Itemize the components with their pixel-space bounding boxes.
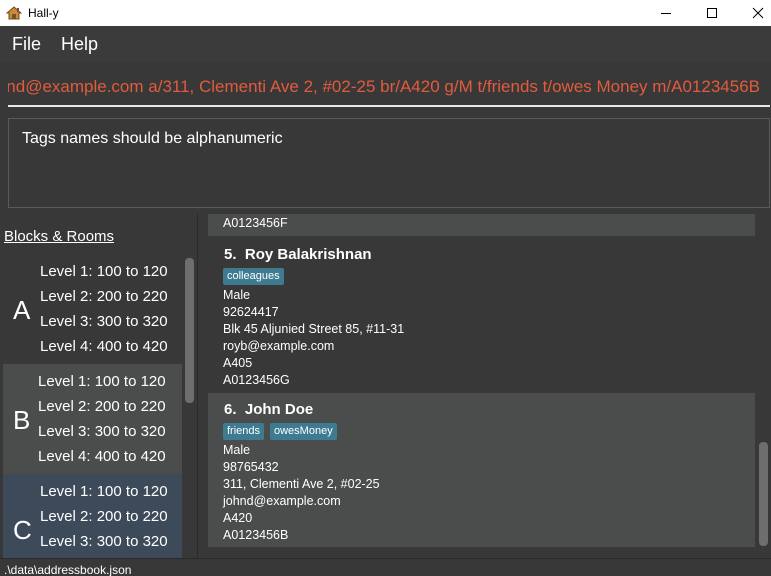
level-row: Level 2: 200 to 220 (40, 508, 168, 525)
maximize-icon (707, 8, 717, 18)
person-list-scrollbar-thumb[interactable] (759, 442, 768, 546)
minimize-button[interactable] (643, 0, 689, 26)
level-row: Level 1: 100 to 120 (40, 263, 168, 280)
maximize-button[interactable] (689, 0, 735, 26)
block-b[interactable]: B Level 1: 100 to 120 Level 2: 200 to 22… (3, 364, 182, 474)
menu-file[interactable]: File (0, 26, 53, 62)
person-address: Blk 45 Aljunied Street 85, #11-31 (223, 322, 405, 336)
person-email: royb@example.com (223, 339, 335, 353)
person-name: 6. John Doe (224, 401, 314, 418)
level-row: Level 1: 100 to 120 (40, 483, 168, 500)
window-title: Hall-y (28, 6, 59, 20)
person-gender: Male (223, 288, 251, 302)
level-row: Level 4: 400 to 420 (38, 448, 166, 465)
person-email: johnd@example.com (223, 494, 341, 508)
person-name: 5. Roy Balakrishnan (224, 246, 372, 263)
person-list[interactable]: A0123456F 5. Roy Balakrishnan colleagues… (208, 214, 755, 550)
block-a[interactable]: A Level 1: 100 to 120 Level 2: 200 to 22… (3, 254, 182, 364)
person-tag: colleagues (223, 268, 284, 285)
blocks-scrollbar-thumb[interactable] (185, 258, 194, 403)
house-icon (5, 4, 23, 22)
result-message: Tags names should be alphanumeric (22, 130, 283, 147)
person-phone: 98765432 (223, 460, 279, 474)
block-letter: B (13, 405, 31, 435)
block-letter: A (13, 295, 31, 325)
person-card[interactable]: 5. Roy Balakrishnan colleagues Male 9262… (208, 241, 755, 392)
level-row: Level 1: 100 to 120 (38, 373, 166, 390)
block-c[interactable]: C Level 1: 100 to 120 Level 2: 200 to 22… (3, 474, 182, 558)
title-bar: Hall-y (0, 0, 771, 26)
level-row: Level 3: 300 to 320 (40, 313, 168, 330)
person-list-panel: A0123456F 5. Roy Balakrishnan colleagues… (197, 214, 771, 558)
level-row: Level 2: 200 to 220 (40, 288, 168, 305)
person-gender: Male (223, 443, 251, 457)
blocks-rooms-panel: Blocks & Rooms A Level 1: 100 to 120 Lev… (0, 214, 197, 558)
command-input[interactable]: nd@example.com a/311, Clementi Ave 2, #0… (8, 71, 770, 107)
person-tag: owesMoney (270, 423, 337, 440)
person-tag: friends (223, 423, 265, 440)
minimize-icon (661, 13, 671, 14)
person-matric: A0123456F (223, 216, 288, 230)
person-matric: A0123456G (223, 373, 290, 387)
menu-help[interactable]: Help (53, 26, 110, 62)
save-location: .\data\addressbook.json (4, 563, 132, 576)
blocks-rooms-heading[interactable]: Blocks & Rooms (4, 228, 114, 245)
command-text: nd@example.com a/311, Clementi Ave 2, #0… (8, 77, 760, 96)
close-icon (752, 7, 764, 19)
command-box: nd@example.com a/311, Clementi Ave 2, #0… (0, 62, 771, 112)
close-button[interactable] (735, 0, 771, 26)
level-row: Level 4: 400 to 420 (40, 338, 168, 355)
menu-bar: File Help (0, 26, 771, 62)
person-address: 311, Clementi Ave 2, #02-25 (223, 477, 380, 491)
person-room: A405 (223, 356, 253, 370)
status-bar: .\data\addressbook.json (0, 558, 771, 576)
block-letter: C (13, 515, 32, 545)
result-display[interactable]: Tags names should be alphanumeric (8, 118, 770, 208)
level-row: Level 3: 300 to 320 (40, 533, 168, 550)
block-list[interactable]: A Level 1: 100 to 120 Level 2: 200 to 22… (3, 254, 182, 558)
level-row: Level 2: 200 to 220 (38, 398, 166, 415)
level-row: Level 3: 300 to 320 (38, 423, 166, 440)
person-card-selected[interactable]: 6. John Doe friends owesMoney Male 98765… (208, 393, 755, 547)
person-room: A420 (223, 511, 253, 525)
person-card-partial[interactable]: A0123456F (208, 214, 755, 236)
person-matric: A0123456B (223, 528, 289, 542)
person-phone: 92624417 (223, 305, 279, 319)
